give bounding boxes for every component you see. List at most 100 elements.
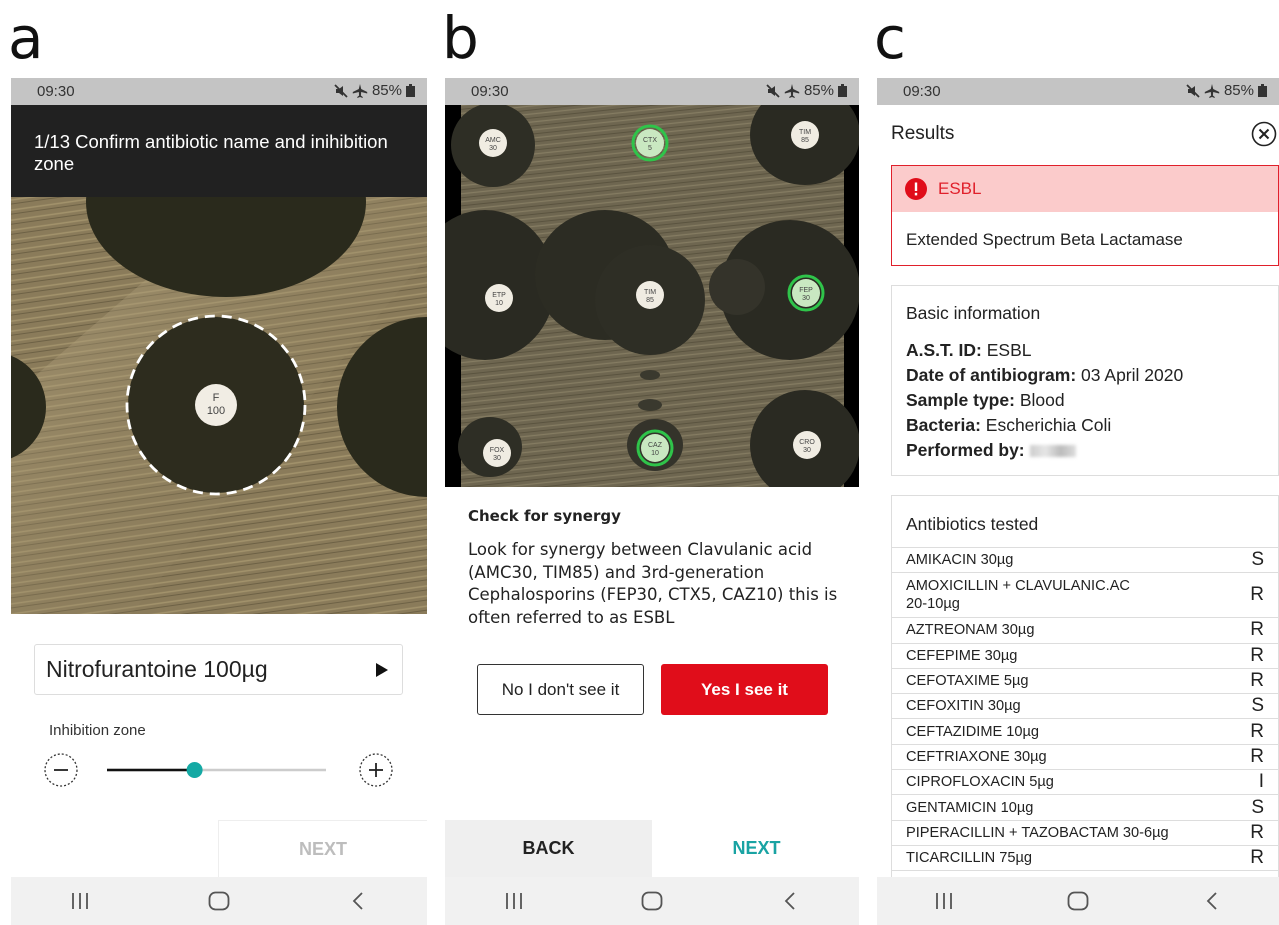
antibiotic-result: S: [1251, 796, 1264, 818]
recents-icon[interactable]: [914, 881, 974, 921]
basic-label: Date of antibiogram:: [906, 365, 1077, 385]
basic-value: ESBL: [986, 340, 1032, 360]
synergy-title: Check for synergy: [468, 507, 621, 525]
status-time: 09:30: [903, 83, 941, 100]
antibiotic-result: S: [1251, 549, 1264, 571]
antibiotic-name: AMOXICILLIN + CLAVULANIC.AC 20-10µg: [906, 577, 1130, 613]
antibiotics-list: AMIKACIN 30µg S AMOXICILLIN + CLAVULANIC.A…: [892, 548, 1278, 872]
android-nav-bar: [877, 877, 1279, 925]
battery-percent: 85%: [803, 82, 834, 99]
disk-code: CTX: [643, 137, 657, 144]
antibiotic-name: GENTAMICIN 10µg: [906, 799, 1033, 817]
antibiotic-name: CEFTRIAXONE 30µg: [906, 748, 1047, 766]
recents-icon[interactable]: [50, 881, 110, 921]
disk-code: TIM: [644, 289, 656, 296]
antibiotic-name-line: AZTREONAM 30µg: [906, 622, 1035, 639]
antibiotic-disk: CTX5: [631, 124, 669, 162]
antibiotic-row: CEFOTAXIME 5µg R: [892, 669, 1278, 695]
next-button[interactable]: NEXT: [218, 820, 427, 877]
antibiotic-result: I: [1258, 771, 1264, 793]
back-icon[interactable]: [1182, 881, 1242, 921]
minus-icon[interactable]: [44, 753, 78, 787]
antibiotic-name-line: GENTAMICIN 10µg: [906, 799, 1034, 816]
close-icon[interactable]: [1251, 121, 1277, 147]
status-bar: 09:30 85%: [445, 78, 859, 105]
antibiotic-name-line: PIPERACILLIN + TAZOBACTAM 30-6µg: [906, 824, 1169, 841]
recents-icon[interactable]: [484, 881, 544, 921]
panel-letter-b: b: [442, 4, 479, 72]
back-button[interactable]: BACK: [445, 820, 652, 877]
antibiotic-disk: FEP30: [787, 274, 825, 312]
basic-label: Sample type:: [906, 390, 1015, 410]
antibiotic-result: R: [1250, 847, 1264, 869]
antibiotic-disk: TIM85: [791, 121, 819, 149]
antibiotic-name-line: TICARCILLIN 75µg: [906, 850, 1033, 867]
antibiotic-name: AZTREONAM 30µg: [906, 621, 1034, 639]
antibiotic-row: AZTREONAM 30µg R: [892, 618, 1278, 644]
disk-code: CAZ: [648, 442, 663, 449]
petri-dish-photo: F 100: [11, 197, 427, 614]
antibiotic-result: R: [1250, 619, 1264, 641]
play-icon: [376, 662, 388, 677]
basic-value: 03 April 2020: [1081, 365, 1184, 385]
android-nav-bar: [445, 877, 859, 925]
antibiotic-name: CEFOXITIN 30µg: [906, 697, 1021, 715]
basic-information-card: Basic information A.S.T. ID: ESBL Date o…: [891, 285, 1279, 476]
disk-label-line2: 100: [206, 405, 226, 417]
disk-dose: 30: [803, 447, 811, 454]
disk-dose: 5: [648, 145, 652, 152]
phone-screen-a: 09:30 85% 1/13 Confirm antibiotic name a…: [11, 78, 427, 925]
basic-value: Blood: [1019, 390, 1065, 410]
next-button[interactable]: NEXT: [652, 820, 859, 877]
antibiotic-select[interactable]: Nitrofurantoine 100µg: [34, 644, 403, 695]
antibiotics-tested-card: Antibiotics tested AMIKACIN 30µg S AMOXICI…: [891, 495, 1279, 885]
disk-code: ETP: [492, 292, 506, 299]
esbl-alert: ESBL Extended Spectrum Beta Lactamase: [891, 165, 1279, 266]
alert-title: ESBL: [938, 179, 982, 198]
basic-row-sample: Sample type: Blood: [906, 388, 1278, 413]
results-title: Results: [891, 123, 955, 144]
disk-code: FEP: [799, 287, 813, 294]
antibiotic-row: CEFTAZIDIME 10µg R: [892, 719, 1278, 745]
basic-information-title: Basic information: [906, 303, 1041, 323]
disk-dose: 85: [646, 297, 654, 304]
plus-icon[interactable]: [359, 753, 393, 787]
mute-icon: [1186, 83, 1200, 98]
back-icon[interactable]: [328, 881, 388, 921]
mute-icon: [766, 83, 780, 98]
slider-thumb[interactable]: [186, 762, 203, 778]
panel-letter-c: c: [874, 4, 906, 72]
antibiotic-name: CEFTAZIDIME 10µg: [906, 723, 1039, 741]
antibiotic-disk: CAZ10: [636, 429, 674, 467]
home-icon[interactable]: [622, 881, 682, 921]
antibiotic-name-line: CEFEPIME 30µg: [906, 647, 1018, 664]
antibiotic-disk: AMC30: [479, 129, 507, 157]
inhibition-zone-slider[interactable]: [107, 762, 326, 778]
petri-dish-photo: AMC 30 CTX 5 TIM 85 ETP 10 TIM 85 FEP 30 FOX 30 CAZ 10 C…: [445, 105, 859, 487]
antibiotic-name-line: CEFTAZIDIME 10µg: [906, 723, 1040, 740]
battery-percent: 85%: [1223, 82, 1254, 99]
disk-dose: 30: [489, 145, 497, 152]
back-icon[interactable]: [760, 881, 820, 921]
antibiotic-row: AMOXICILLIN + CLAVULANIC.AC 20-10µg R: [892, 573, 1278, 619]
no-dont-see-button[interactable]: No I don't see it: [477, 664, 644, 715]
status-bar: 09:30 85%: [11, 78, 427, 105]
synergy-instructions: Look for synergy between Clavulanic acid…: [468, 540, 838, 627]
airplane-icon: [1204, 83, 1220, 98]
basic-label: A.S.T. ID:: [906, 340, 982, 360]
antibiotic-name: CIPROFLOXACIN 5µg: [906, 773, 1054, 791]
home-icon[interactable]: [1048, 881, 1108, 921]
panel-letter-a: a: [8, 4, 44, 72]
home-icon[interactable]: [189, 881, 249, 921]
antibiotic-result: R: [1250, 584, 1264, 606]
alert-icon: [905, 178, 927, 200]
antibiotic-row: CIPROFLOXACIN 5µg I: [892, 770, 1278, 796]
airplane-icon: [352, 83, 368, 98]
android-nav-bar: [11, 877, 427, 925]
yes-see-button[interactable]: Yes I see it: [661, 664, 828, 715]
antibiotic-name-line: CEFOXITIN 30µg: [906, 698, 1021, 715]
disk-code: TIM: [799, 129, 811, 136]
antibiotics-tested-title: Antibiotics tested: [892, 496, 1278, 548]
mute-icon: [334, 83, 348, 98]
basic-row-ast-id: A.S.T. ID: ESBL: [906, 338, 1278, 363]
